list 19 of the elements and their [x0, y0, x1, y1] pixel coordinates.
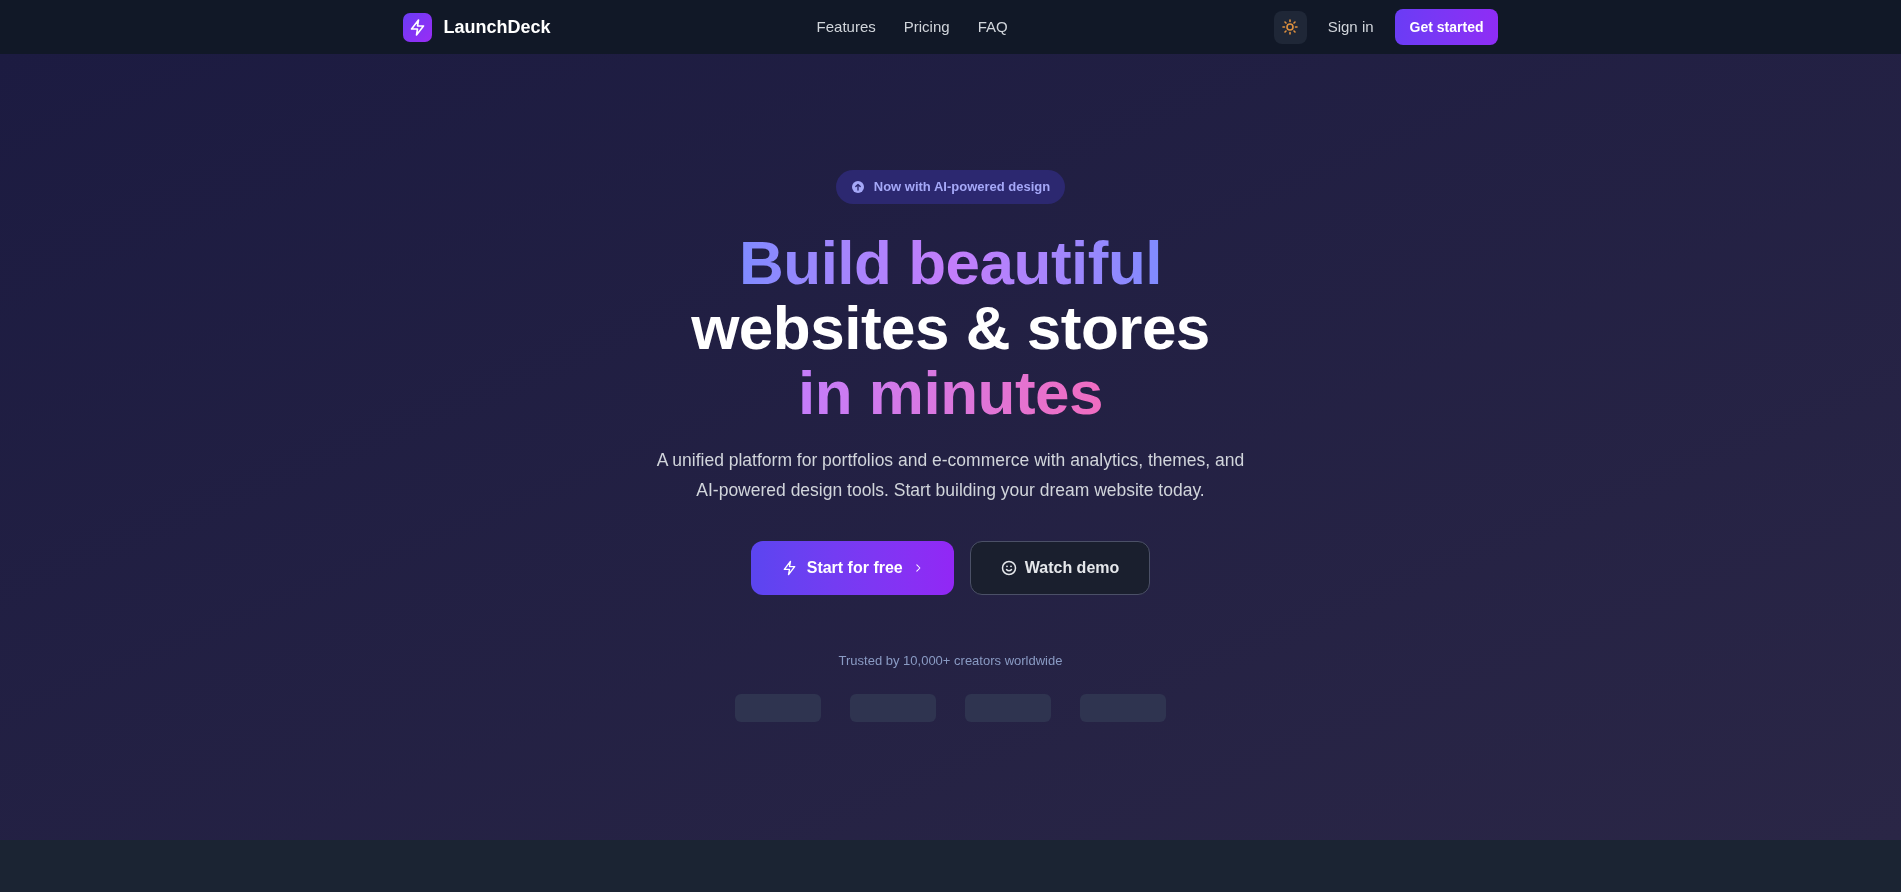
sign-in-link[interactable]: Sign in [1327, 15, 1374, 39]
chevron-right-icon [913, 561, 923, 575]
nav-link[interactable]: Pricing [903, 15, 950, 39]
trusted-by-text: Trusted by 10,000+ creators worldwide [838, 652, 1063, 670]
brand-name[interactable]: LaunchDeck [443, 13, 551, 41]
brand-logo-icon [402, 12, 432, 42]
hero-heading: Build beautiful websites & stores in minutes [691, 230, 1210, 425]
start-for-free-button[interactable]: Start for free [750, 541, 954, 595]
smiley-icon [1000, 560, 1017, 576]
watch-demo-button[interactable]: Watch demo [969, 541, 1151, 595]
nav-link[interactable]: Features [816, 15, 876, 39]
nav-link[interactable]: FAQ [977, 15, 1008, 39]
arrow-up-circle-icon [851, 181, 864, 193]
theme-toggle-button[interactable] [1273, 10, 1307, 44]
hero-description: A unified platform for portfolios and e-commerce with analytics, themes, and AI-powered design tools. Start building your dream website today. [655, 449, 1246, 502]
sun-icon [1282, 19, 1299, 35]
lightning-icon [781, 560, 797, 576]
badge-text: Now with AI-powered design [873, 178, 1051, 197]
get-started-button[interactable]: Get started [1394, 9, 1499, 45]
